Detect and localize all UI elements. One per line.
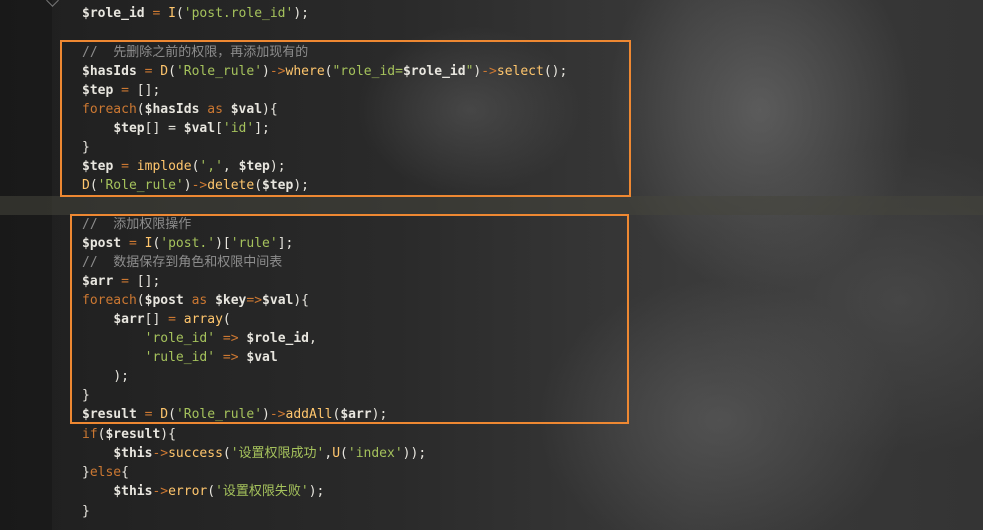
code-token: if: [82, 427, 98, 442]
code-token: (: [222, 446, 231, 461]
code-token: error: [168, 484, 208, 499]
highlight-box-delete-block: [60, 40, 631, 197]
code-token: (: [340, 446, 348, 461]
highlight-box-add-block: [70, 214, 629, 424]
code-token: '设置权限成功': [230, 446, 325, 461]
code-token: ->: [152, 484, 169, 499]
code-token: else: [89, 465, 122, 480]
code-token: );: [308, 484, 325, 499]
code-token: }: [82, 504, 90, 519]
code-token: I: [168, 6, 176, 21]
code-token: '设置权限失败': [215, 484, 309, 499]
editor-gutter: [0, 0, 59, 530]
code-token: $result: [105, 427, 161, 442]
code-token: 'post.role_id': [183, 6, 294, 21]
code-token: {: [121, 465, 129, 480]
code-token: $role_id: [82, 6, 145, 21]
code-line[interactable]: }else{: [82, 463, 129, 482]
code-token: =: [144, 6, 169, 21]
code-token: $this: [113, 484, 153, 499]
fold-icon[interactable]: [46, 0, 59, 7]
current-line-highlight: [0, 196, 983, 215]
code-token: );: [293, 6, 309, 21]
code-token: }: [82, 465, 90, 480]
code-token: U: [332, 446, 341, 461]
code-token: 'index': [347, 446, 403, 461]
code-token: (: [175, 6, 184, 21]
code-line[interactable]: $role_id = I('post.role_id');: [82, 4, 309, 23]
code-token: ->: [152, 446, 169, 461]
code-line[interactable]: $this->success('设置权限成功',U('index'));: [82, 444, 426, 463]
code-line[interactable]: if($result){: [82, 425, 176, 444]
code-line[interactable]: }: [82, 502, 90, 521]
code-token: ));: [402, 446, 427, 461]
code-token: ){: [160, 427, 176, 442]
code-token: (: [207, 484, 216, 499]
code-token: success: [168, 446, 223, 461]
code-line[interactable]: $this->error('设置权限失败');: [82, 482, 324, 501]
code-editor[interactable]: $role_id = I('post.role_id');// 先删除之前的权限…: [0, 0, 983, 530]
code-token: $this: [113, 446, 153, 461]
